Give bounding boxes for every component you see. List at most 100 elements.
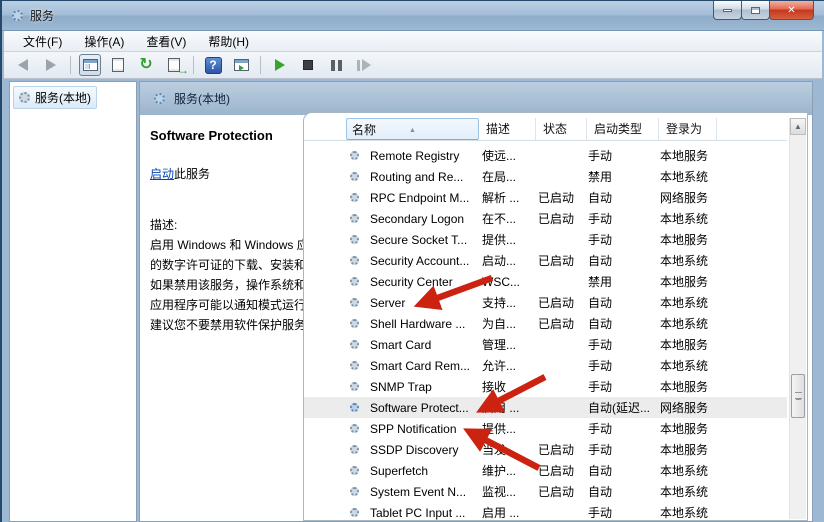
column-header-logon-as[interactable]: 登录为 [661, 118, 717, 140]
service-description-cell: 启用 ... [482, 401, 520, 415]
back-icon[interactable] [12, 54, 34, 76]
service-description-cell: 在不... [482, 212, 517, 226]
service-gear-icon [350, 403, 359, 412]
services-app-icon [12, 10, 23, 21]
table-row[interactable]: Software Protect... 启用 ... 自动(延迟... 网络服务 [304, 397, 787, 418]
scroll-up-icon[interactable]: ▲ [790, 118, 806, 135]
scrollbar-thumb[interactable] [791, 374, 805, 418]
service-logon-as: 本地服务 [660, 443, 709, 457]
table-row[interactable]: Remote Registry 使远... 手动 本地服务 [304, 145, 787, 166]
restart-service-icon[interactable] [353, 54, 375, 76]
column-header-startup-type[interactable]: 启动类型 [589, 118, 659, 140]
service-name: Shell Hardware ... [370, 316, 466, 331]
services-list-panel: 名称 ▲ 描述 状态 启动类型 登录为 Remote Registry 使远..… [303, 112, 808, 521]
export-list-icon[interactable]: → [163, 54, 189, 77]
service-startup-type: 手动 [588, 422, 613, 436]
service-description-cell: 监视... [482, 485, 517, 499]
start-service-link[interactable]: 启动 [150, 167, 174, 181]
tree-item-services-local[interactable]: 服务(本地) [13, 86, 97, 109]
start-service-icon[interactable] [269, 54, 291, 76]
toolbar-separator [260, 56, 261, 74]
service-description-cell: 允许... [482, 359, 517, 373]
service-description-cell: 为自... [482, 317, 517, 331]
service-startup-type: 自动 [588, 317, 613, 331]
table-row[interactable]: Secondary Logon 在不... 已启动 手动 本地系统 [304, 208, 787, 229]
service-name: Server [370, 295, 406, 310]
menu-file[interactable]: 文件(F) [14, 31, 71, 52]
menu-action[interactable]: 操作(A) [75, 31, 133, 52]
table-row[interactable]: Shell Hardware ... 为自... 已启动 自动 本地系统 [304, 313, 787, 334]
service-logon-as: 网络服务 [660, 191, 709, 205]
forward-icon[interactable] [40, 54, 62, 76]
properties-icon[interactable] [107, 54, 129, 76]
main-pane: 服务(本地) Software Protection 启动此服务 描述: 启用 … [139, 81, 813, 522]
table-row[interactable]: Security Account... 启动... 已启动 自动 本地系统 [304, 250, 787, 271]
service-status: 已启动 [538, 464, 575, 478]
service-startup-type: 手动 [588, 212, 613, 226]
column-header-description[interactable]: 描述 [481, 118, 536, 140]
table-row[interactable]: RPC Endpoint M... 解析 ... 已启动 自动 网络服务 [304, 187, 787, 208]
table-row[interactable]: SPP Notification 提供... 手动 本地服务 [304, 418, 787, 439]
show-console-tree-icon[interactable] [79, 54, 101, 76]
pane-header-icon [154, 93, 165, 104]
menu-help[interactable]: 帮助(H) [199, 31, 258, 52]
service-logon-as: 本地服务 [660, 338, 709, 352]
service-name: SPP Notification [370, 421, 457, 436]
service-name: Software Protect... [370, 400, 469, 415]
service-gear-icon [350, 193, 359, 202]
service-logon-as: 本地系统 [660, 170, 709, 184]
service-startup-type: 自动(延迟... [588, 401, 650, 415]
service-startup-type: 手动 [588, 443, 613, 457]
service-startup-type: 自动 [588, 464, 613, 478]
sort-ascending-icon: ▲ [409, 127, 416, 134]
table-row[interactable]: Routing and Re... 在局... 禁用 本地系统 [304, 166, 787, 187]
service-name: Security Account... [370, 253, 470, 268]
service-gear-icon [350, 445, 359, 454]
menu-view[interactable]: 查看(V) [137, 31, 195, 52]
service-logon-as: 本地服务 [660, 233, 709, 247]
table-row[interactable]: Tablet PC Input ... 启用 ... 手动 本地系统 [304, 502, 787, 520]
service-logon-as: 本地系统 [660, 254, 709, 268]
service-status: 已启动 [538, 191, 575, 205]
minimize-button[interactable] [713, 1, 742, 20]
service-startup-type: 手动 [588, 233, 613, 247]
service-gear-icon [350, 382, 359, 391]
service-description-cell: WSC... [482, 274, 520, 289]
services-node-icon [19, 92, 30, 103]
column-header-status[interactable]: 状态 [538, 118, 587, 140]
service-logon-as: 本地系统 [660, 506, 709, 520]
stop-service-icon[interactable] [297, 54, 319, 76]
table-row[interactable]: SSDP Discovery 当发... 已启动 手动 本地服务 [304, 439, 787, 460]
pause-service-icon[interactable] [325, 54, 347, 76]
service-gear-icon [350, 151, 359, 160]
table-row[interactable]: Server 支持... 已启动 自动 本地系统 [304, 292, 787, 313]
title-bar: 服务 ✕ [2, 1, 824, 31]
column-header-name[interactable]: 名称 ▲ [346, 118, 479, 140]
service-description-cell: 支持... [482, 296, 517, 310]
service-startup-type: 自动 [588, 296, 613, 310]
table-row[interactable]: SNMP Trap 接收 手动 本地服务 [304, 376, 787, 397]
service-gear-icon [350, 319, 359, 328]
service-gear-icon [350, 508, 359, 517]
table-row[interactable]: Security Center WSC... 禁用 本地服务 [304, 271, 787, 292]
close-button[interactable]: ✕ [769, 1, 814, 20]
table-row[interactable]: Superfetch 维护... 已启动 自动 本地系统 [304, 460, 787, 481]
table-row[interactable]: Smart Card 管理... 手动 本地服务 [304, 334, 787, 355]
service-name: Secondary Logon [370, 211, 465, 226]
service-startup-type: 手动 [588, 380, 613, 394]
service-description-cell: 使远... [482, 149, 517, 163]
refresh-icon[interactable]: ↻ [135, 54, 157, 76]
service-status: 已启动 [538, 212, 575, 226]
service-startup-type: 手动 [588, 506, 613, 520]
table-row[interactable]: System Event N... 监视... 已启动 自动 本地系统 [304, 481, 787, 502]
table-row[interactable]: Smart Card Rem... 允许... 手动 本地系统 [304, 355, 787, 376]
start-service-suffix: 此服务 [174, 167, 211, 181]
service-rows: Remote Registry 使远... 手动 本地服务 Routing an… [304, 145, 787, 520]
table-row[interactable]: Secure Socket T... 提供... 手动 本地服务 [304, 229, 787, 250]
help-icon[interactable]: ? [202, 54, 224, 76]
vertical-scrollbar[interactable]: ▲ [789, 118, 806, 519]
restore-button[interactable] [741, 1, 770, 20]
extended-view-icon[interactable] [230, 54, 252, 76]
service-startup-type: 自动 [588, 254, 613, 268]
service-name: RPC Endpoint M... [370, 190, 470, 205]
